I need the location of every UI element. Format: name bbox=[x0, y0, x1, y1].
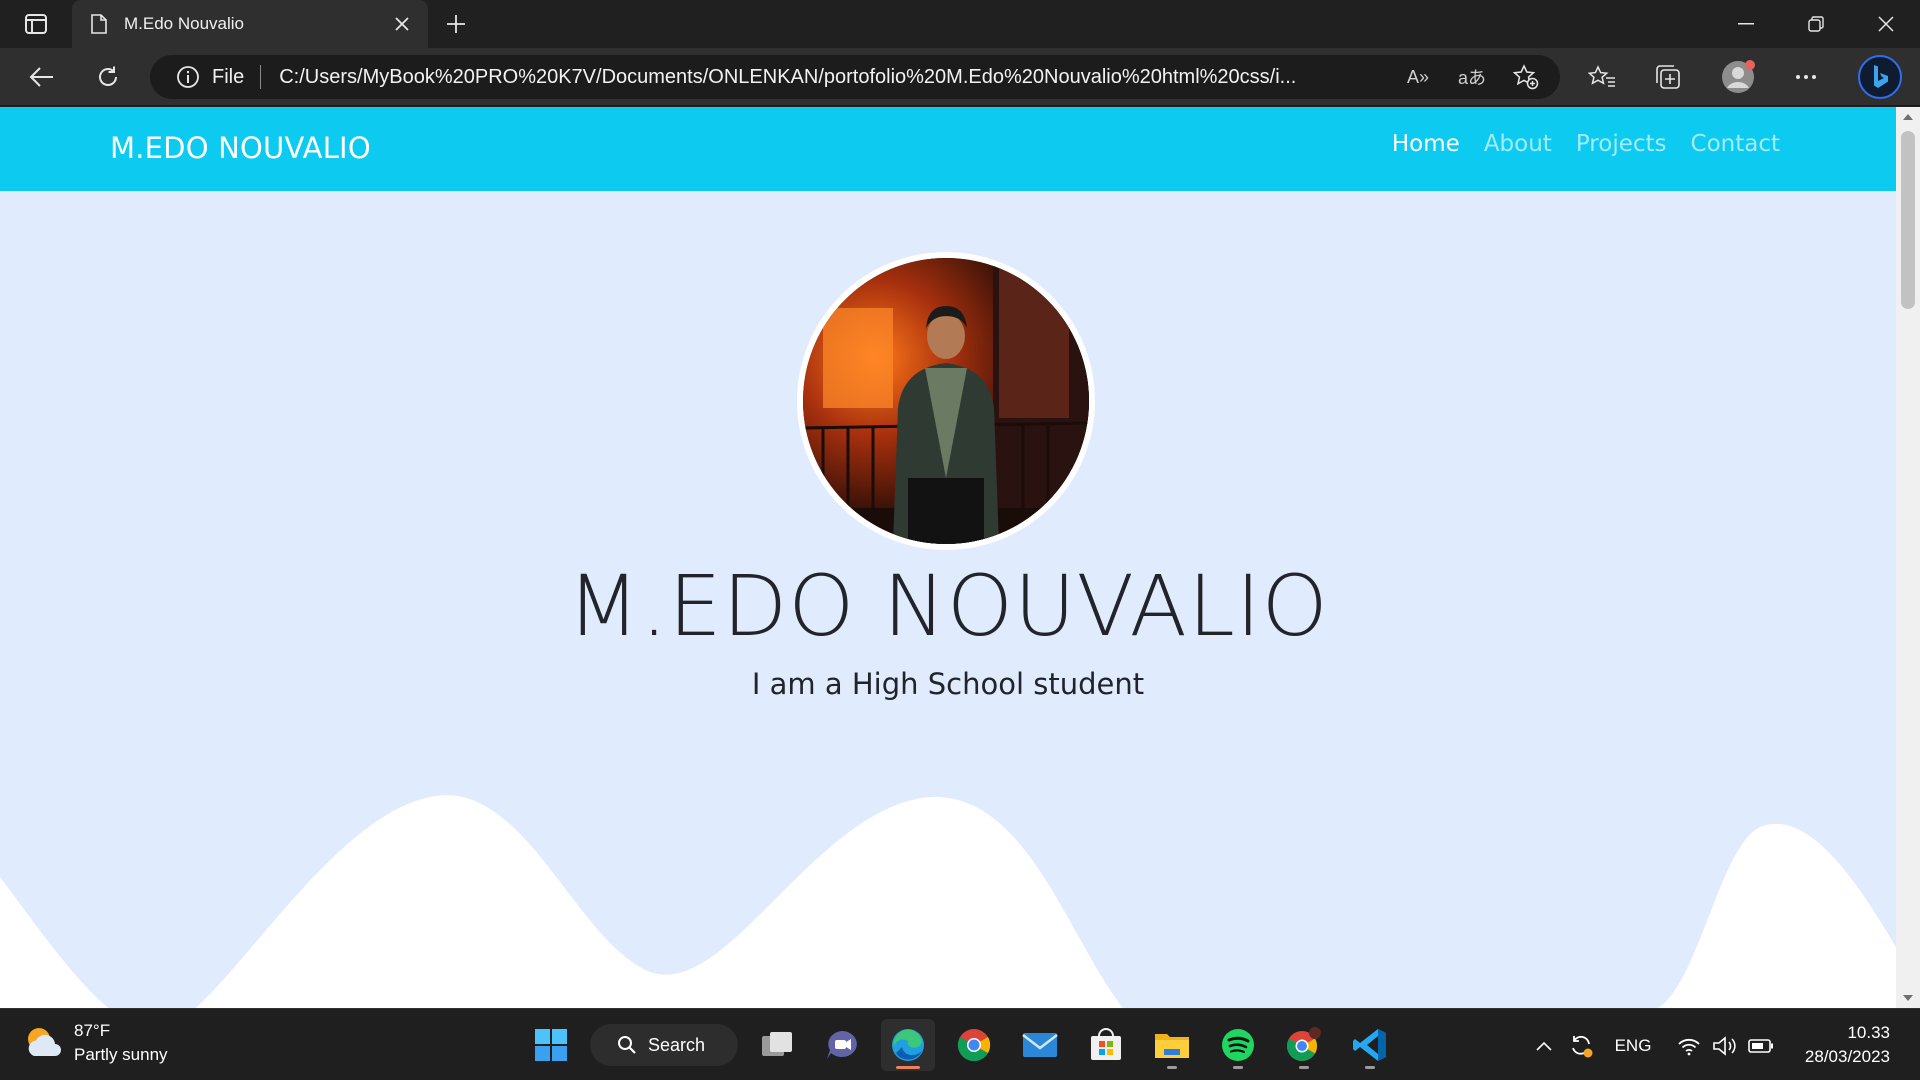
minimize-icon[interactable] bbox=[1712, 0, 1780, 48]
search-label: Search bbox=[648, 1034, 706, 1055]
close-tab-icon[interactable] bbox=[388, 10, 416, 38]
weather-description: Partly sunny bbox=[74, 1045, 168, 1064]
chrome-profile-icon[interactable] bbox=[1277, 1019, 1331, 1071]
profile-photo bbox=[797, 252, 1095, 550]
bing-chat-icon[interactable] bbox=[1856, 53, 1904, 101]
browser-tab[interactable]: M.Edo Nouvalio bbox=[72, 0, 428, 48]
input-language[interactable]: ENG bbox=[1610, 1031, 1656, 1061]
running-indicator bbox=[896, 1066, 920, 1069]
volume-icon[interactable] bbox=[1710, 1031, 1740, 1061]
show-hidden-icons-chevron-icon[interactable] bbox=[1532, 1031, 1556, 1061]
clock-time: 10.33 bbox=[1847, 1023, 1890, 1042]
sync-update-icon[interactable] bbox=[1566, 1031, 1596, 1061]
collections-icon[interactable] bbox=[1648, 58, 1688, 96]
system-clock[interactable]: 10.33 28/03/2023 bbox=[1805, 1021, 1890, 1069]
file-explorer-icon[interactable] bbox=[1145, 1019, 1199, 1071]
site-brand-link[interactable]: M.EDO NOUVALIO bbox=[110, 131, 371, 165]
weather-widget[interactable]: 87°F Partly sunny bbox=[22, 1019, 168, 1067]
back-arrow-icon[interactable] bbox=[22, 58, 62, 96]
chrome-icon[interactable] bbox=[947, 1019, 1001, 1071]
nav-link-contact[interactable]: Contact bbox=[1691, 131, 1780, 157]
profile-avatar-icon[interactable] bbox=[1718, 58, 1758, 96]
scroll-up-arrow-icon[interactable] bbox=[1896, 107, 1920, 127]
refresh-icon[interactable] bbox=[88, 58, 128, 96]
url-text[interactable]: C:/Users/MyBook%20PRO%20K7V/Documents/ON… bbox=[279, 66, 1379, 89]
nav-link-about[interactable]: About bbox=[1484, 131, 1552, 157]
windows-taskbar: 87°F Partly sunny Search ENG 10.33 28/03… bbox=[0, 1008, 1920, 1080]
spotify-icon[interactable] bbox=[1211, 1019, 1265, 1071]
url-scheme-label: File bbox=[212, 65, 245, 88]
page-file-icon bbox=[88, 13, 110, 35]
favorites-icon[interactable] bbox=[1582, 58, 1622, 96]
restore-icon[interactable] bbox=[1782, 0, 1850, 48]
decorative-wave bbox=[0, 795, 1896, 1008]
address-divider bbox=[260, 65, 262, 89]
edge-icon[interactable] bbox=[881, 1019, 935, 1071]
running-indicator bbox=[1299, 1066, 1309, 1069]
read-aloud-icon[interactable]: A» bbox=[1404, 65, 1432, 89]
page-viewport: M.EDO NOUVALIO Home About Projects Conta… bbox=[0, 107, 1896, 1008]
new-tab-icon[interactable] bbox=[440, 8, 472, 40]
add-favorite-icon[interactable] bbox=[1512, 64, 1540, 90]
hero-title: M.EDO NOUVALIO bbox=[567, 557, 1329, 655]
vscode-icon[interactable] bbox=[1343, 1019, 1397, 1071]
scroll-down-arrow-icon[interactable] bbox=[1896, 988, 1920, 1008]
running-indicator bbox=[1233, 1066, 1243, 1069]
address-bar[interactable]: File C:/Users/MyBook%20PRO%20K7V/Documen… bbox=[150, 55, 1560, 99]
teams-chat-icon[interactable] bbox=[815, 1019, 869, 1071]
running-indicator bbox=[1167, 1066, 1177, 1069]
tab-title: M.Edo Nouvalio bbox=[124, 14, 245, 33]
nav-links: Home About Projects Contact bbox=[1392, 131, 1780, 157]
page-scrollbar[interactable] bbox=[1896, 107, 1920, 1008]
mail-icon[interactable] bbox=[1013, 1019, 1067, 1071]
more-options-icon[interactable] bbox=[1786, 58, 1826, 96]
partly-sunny-icon bbox=[22, 1022, 64, 1064]
browser-tab-bar: M.Edo Nouvalio bbox=[0, 0, 1920, 48]
clock-date: 28/03/2023 bbox=[1804, 1047, 1890, 1066]
translate-icon[interactable]: aあ bbox=[1458, 65, 1486, 89]
taskbar-search[interactable]: Search bbox=[590, 1024, 738, 1066]
weather-temperature: 87°F bbox=[74, 1021, 111, 1040]
close-window-icon[interactable] bbox=[1852, 0, 1920, 48]
tab-actions-icon[interactable] bbox=[16, 9, 56, 39]
hero-subtitle: I am a High School student bbox=[751, 667, 1145, 701]
nav-link-projects[interactable]: Projects bbox=[1576, 131, 1667, 157]
nav-link-home[interactable]: Home bbox=[1392, 131, 1460, 157]
battery-icon[interactable] bbox=[1746, 1031, 1776, 1061]
site-navbar: M.EDO NOUVALIO Home About Projects Conta… bbox=[0, 107, 1896, 191]
browser-toolbar: File C:/Users/MyBook%20PRO%20K7V/Documen… bbox=[0, 48, 1920, 106]
task-view-icon[interactable] bbox=[750, 1019, 804, 1071]
start-button[interactable] bbox=[524, 1019, 578, 1071]
search-icon bbox=[616, 1034, 638, 1056]
site-info-icon[interactable] bbox=[176, 65, 200, 89]
scrollbar-thumb[interactable] bbox=[1901, 131, 1915, 309]
microsoft-store-icon[interactable] bbox=[1079, 1019, 1133, 1071]
running-indicator bbox=[1365, 1066, 1375, 1069]
wifi-icon[interactable] bbox=[1674, 1031, 1704, 1061]
